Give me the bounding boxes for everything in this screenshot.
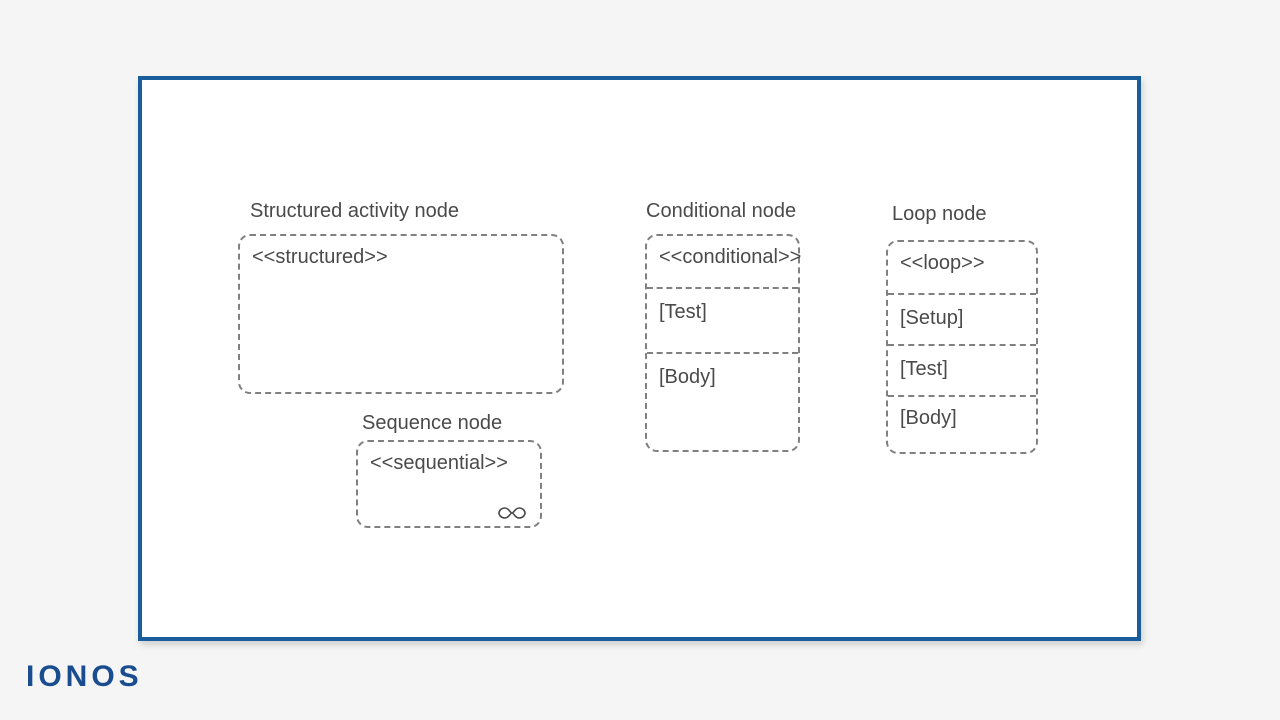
structured-node: <<structured>> [238, 234, 564, 394]
diagram-frame: Structured activity node <<structured>> … [138, 76, 1141, 641]
structured-stereotype: <<structured>> [240, 236, 562, 273]
conditional-stereotype: <<conditional>> [647, 236, 798, 287]
structured-title: Structured activity node [250, 200, 459, 223]
loop-node: <<loop>> [Setup] [Test] [Body] [886, 240, 1038, 454]
sequence-stereotype: <<sequential>> [358, 442, 540, 479]
sequence-title: Sequence node [362, 412, 502, 435]
loop-compartment-setup: [Setup] [888, 293, 1036, 344]
conditional-compartment-body: [Body] [647, 352, 798, 425]
loop-compartment-test: [Test] [888, 344, 1036, 395]
conditional-compartment-test: [Test] [647, 287, 798, 352]
loop-stereotype: <<loop>> [888, 242, 1036, 293]
sequence-node: <<sequential>> [356, 440, 542, 528]
infinity-icon [498, 506, 526, 520]
conditional-node: <<conditional>> [Test] [Body] [645, 234, 800, 452]
loop-compartment-body: [Body] [888, 395, 1036, 444]
conditional-title: Conditional node [646, 200, 796, 223]
loop-title: Loop node [892, 203, 987, 226]
brand-logo: IONOS [26, 660, 143, 694]
